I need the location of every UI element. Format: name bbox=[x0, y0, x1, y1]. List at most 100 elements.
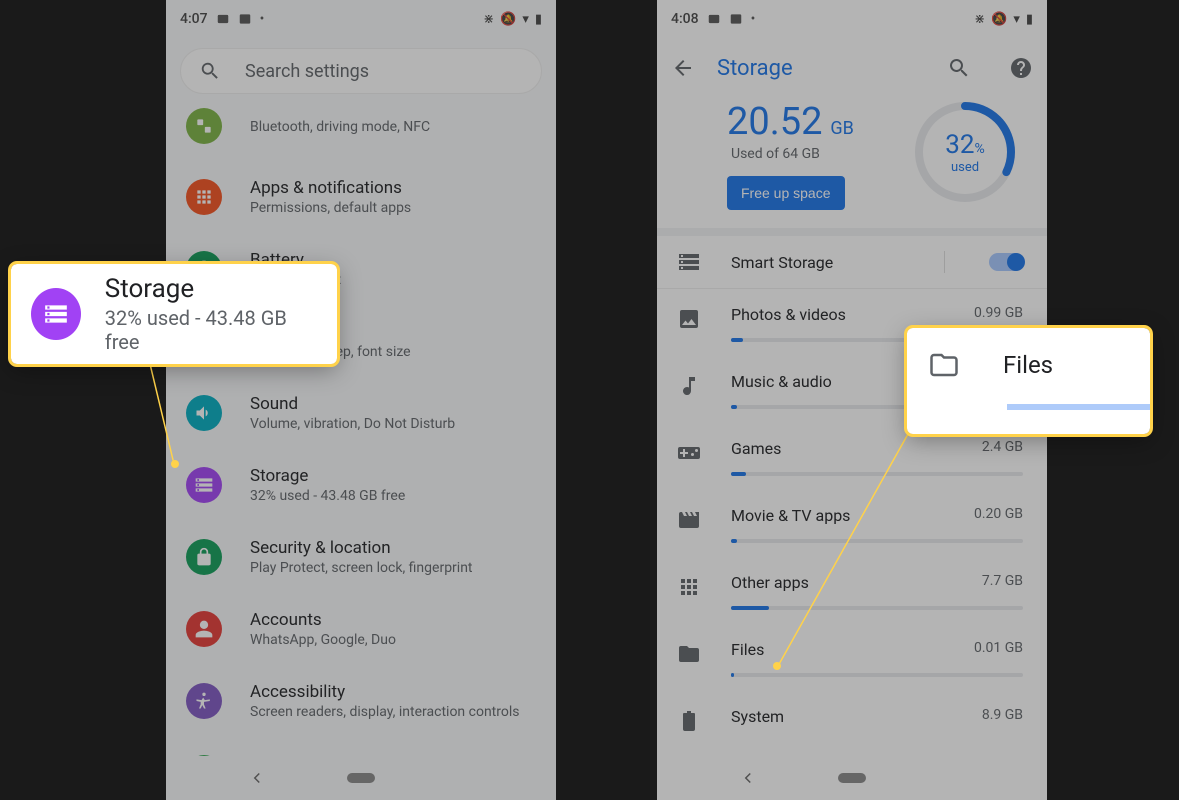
connect-icon bbox=[186, 108, 222, 144]
storage-icon bbox=[677, 250, 701, 274]
category-size: 0.01 GB bbox=[974, 640, 1023, 659]
nav-back-icon[interactable] bbox=[739, 769, 757, 787]
status-bar: 4:07 • ⋇ 🔕 ▾ ▮ bbox=[166, 0, 556, 38]
category-other[interactable]: Other apps 7.7 GB bbox=[657, 557, 1047, 624]
nav-bar bbox=[166, 756, 556, 800]
status-bar: 4:08 • ⋇ 🔕 ▾ ▮ bbox=[657, 0, 1047, 38]
setting-access[interactable]: Accessibility Screen readers, display, in… bbox=[166, 665, 556, 737]
category-label: Other apps bbox=[731, 573, 809, 592]
setting-security[interactable]: Security & location Play Protect, screen … bbox=[166, 521, 556, 593]
status-time: 4:07 bbox=[180, 11, 208, 27]
search-settings[interactable]: Search settings bbox=[180, 48, 542, 94]
category-movie[interactable]: Movie & TV apps 0.20 GB bbox=[657, 490, 1047, 557]
security-icon bbox=[186, 539, 222, 575]
help-button[interactable] bbox=[1009, 56, 1033, 80]
callout-marker bbox=[773, 662, 781, 670]
section-divider bbox=[657, 228, 1047, 236]
category-label: Games bbox=[731, 439, 781, 458]
category-bar bbox=[731, 472, 1023, 476]
setting-storage[interactable]: Storage32% used - 43.48 GB free bbox=[166, 449, 556, 521]
movie-icon bbox=[677, 508, 701, 532]
smart-storage-label: Smart Storage bbox=[731, 253, 914, 272]
setting-accounts[interactable]: Accounts WhatsApp, Google, Duo bbox=[166, 593, 556, 665]
category-bar bbox=[731, 673, 1023, 677]
category-system[interactable]: System 8.9 GB bbox=[657, 691, 1047, 747]
wifi-icon: ▾ bbox=[522, 12, 529, 27]
category-bar bbox=[731, 539, 1023, 543]
setting-sub: Play Protect, screen lock, fingerprint bbox=[250, 560, 473, 576]
category-size: 0.99 GB bbox=[974, 305, 1023, 324]
category-label: Movie & TV apps bbox=[731, 506, 850, 525]
dnd-icon: 🔕 bbox=[500, 12, 516, 27]
setting-title: Sound bbox=[250, 394, 455, 414]
category-size: 0.20 GB bbox=[974, 506, 1023, 525]
setting-title: Accounts bbox=[250, 610, 396, 630]
storage-icon bbox=[186, 467, 222, 503]
category-size: 8.9 GB bbox=[982, 707, 1023, 726]
games-icon bbox=[677, 441, 701, 465]
settings-screen: 4:07 • ⋇ 🔕 ▾ ▮ Search settings Bluetooth… bbox=[166, 0, 556, 800]
photo-notif-icon bbox=[707, 12, 721, 26]
category-size: 2.4 GB bbox=[982, 439, 1023, 458]
folder-icon bbox=[677, 642, 701, 666]
photo-icon bbox=[677, 307, 701, 331]
search-button[interactable] bbox=[947, 56, 971, 80]
category-size: 7.7 GB bbox=[982, 573, 1023, 592]
setting-sub: Permissions, default apps bbox=[250, 200, 411, 216]
folder-icon bbox=[929, 350, 959, 380]
calendar-notif-icon bbox=[238, 12, 252, 26]
calendar-notif-icon bbox=[729, 12, 743, 26]
dnd-icon: 🔕 bbox=[991, 12, 1007, 27]
bluetooth-icon: ⋇ bbox=[974, 12, 985, 27]
appbar-title: Storage bbox=[717, 56, 909, 81]
callout-files-bar bbox=[1007, 404, 1150, 410]
access-icon bbox=[186, 683, 222, 719]
nav-pill[interactable] bbox=[347, 773, 375, 783]
used-subtitle: Used of 64 GB bbox=[731, 146, 873, 162]
used-unit: GB bbox=[830, 118, 853, 139]
wifi-icon: ▾ bbox=[1013, 12, 1020, 27]
bluetooth-icon: ⋇ bbox=[483, 12, 494, 27]
setting-sub: Volume, vibration, Do Not Disturb bbox=[250, 416, 455, 432]
setting-sub: Screen readers, display, interaction con… bbox=[250, 704, 519, 720]
smart-storage-row[interactable]: Smart Storage bbox=[657, 236, 1047, 289]
sound-icon bbox=[186, 395, 222, 431]
setting-sub: Bluetooth, driving mode, NFC bbox=[250, 119, 430, 135]
photo-notif-icon bbox=[216, 12, 230, 26]
app-bar: Storage bbox=[657, 38, 1047, 98]
setting-title: Security & location bbox=[250, 538, 473, 558]
search-placeholder: Search settings bbox=[245, 61, 369, 82]
category-folder[interactable]: Files 0.01 GB bbox=[657, 624, 1047, 691]
divider-line bbox=[944, 251, 945, 273]
usage-ring: 32% used bbox=[913, 100, 1017, 204]
setting-apps[interactable]: Apps & notifications Permissions, default… bbox=[166, 161, 556, 233]
callout-storage: Storage 32% used - 43.48 GB free bbox=[11, 264, 337, 364]
setting-connect[interactable]: Bluetooth, driving mode, NFC bbox=[166, 104, 556, 161]
back-button[interactable] bbox=[671, 56, 695, 80]
music-icon bbox=[677, 374, 701, 398]
battery-icon: ▮ bbox=[535, 12, 542, 27]
category-label: Files bbox=[731, 640, 764, 659]
free-up-space-button[interactable]: Free up space bbox=[727, 176, 845, 210]
other-icon bbox=[677, 575, 701, 599]
callout-files-label: Files bbox=[1003, 351, 1053, 379]
callout-sub: 32% used - 43.48 GB free bbox=[105, 306, 317, 354]
apps-icon bbox=[186, 179, 222, 215]
category-label: System bbox=[731, 707, 784, 726]
setting-title: Accessibility bbox=[250, 682, 519, 702]
setting-title: Apps & notifications bbox=[250, 178, 411, 198]
category-label: Music & audio bbox=[731, 372, 832, 391]
callout-marker bbox=[171, 460, 179, 468]
setting-sub: WhatsApp, Google, Duo bbox=[250, 632, 396, 648]
callout-files: Files bbox=[907, 328, 1150, 434]
smart-storage-toggle[interactable] bbox=[989, 253, 1023, 271]
used-amount: 20.52 bbox=[727, 100, 822, 144]
callout-title: Storage bbox=[105, 274, 317, 304]
setting-sound[interactable]: Sound Volume, vibration, Do Not Disturb bbox=[166, 377, 556, 449]
battery-icon: ▮ bbox=[1026, 12, 1033, 27]
setting-sub: 32% used - 43.48 GB free bbox=[250, 488, 405, 504]
nav-pill[interactable] bbox=[838, 773, 866, 783]
nav-back-icon[interactable] bbox=[248, 769, 266, 787]
category-bar bbox=[731, 606, 1023, 610]
ring-label: used bbox=[951, 160, 979, 175]
